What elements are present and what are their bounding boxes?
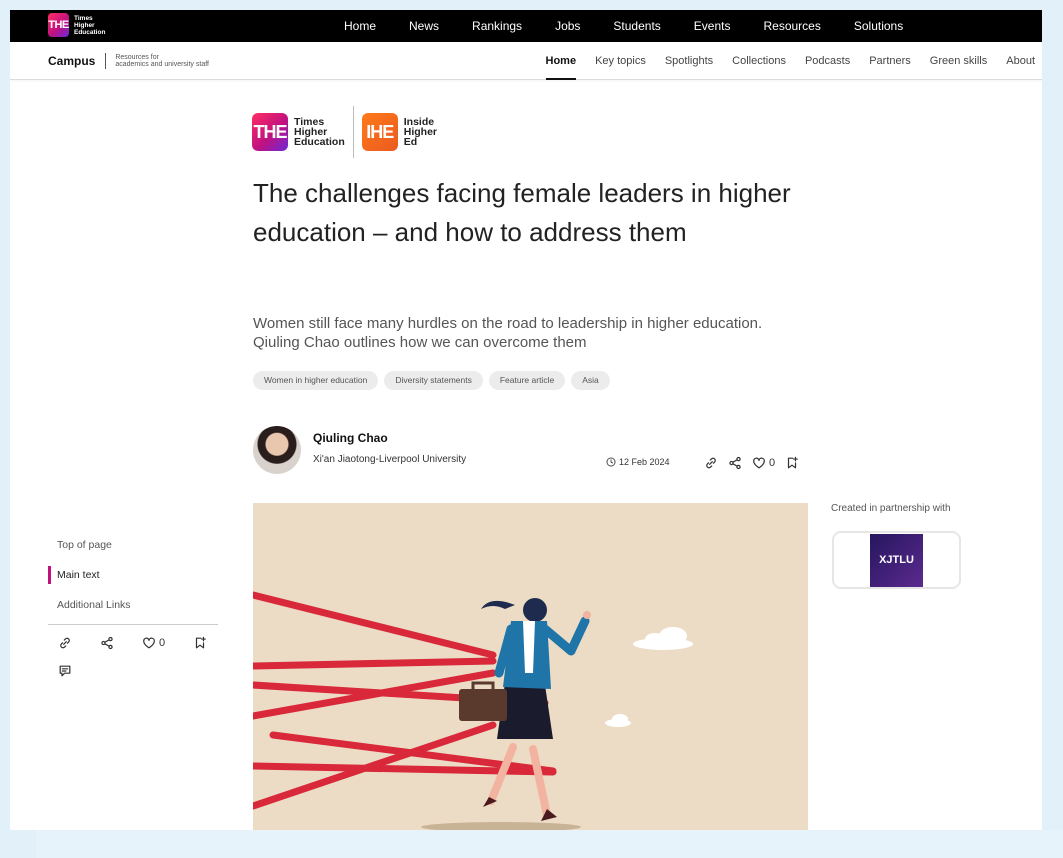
campus-title: Campus [48,54,96,68]
subnav-about[interactable]: About [1006,42,1035,80]
tag-chip[interactable]: Women in higher education [253,371,379,390]
campus-brand[interactable]: Campus Resources for academics and unive… [48,42,209,80]
share-button[interactable] [728,456,742,470]
the-logo-text: Times Higher Education [74,14,106,36]
the-brand-logo[interactable]: THE Times Higher Education [48,13,105,37]
topic-tags: Women in higher education Diversity stat… [253,371,610,390]
campus-subnav-bar: Campus Resources for academics and unive… [10,42,1042,80]
bookmark-icon [196,636,206,649]
subnav-collections[interactable]: Collections [732,42,786,80]
article-outline: Top of page Main text Additional Links [48,530,218,620]
rail-bookmark-button[interactable] [193,636,207,650]
logo-divider [352,106,354,158]
nav-link-news[interactable]: News [409,19,439,33]
rail-like-count: 0 [159,637,166,649]
page-background-band [36,830,1063,858]
like-count: 0 [769,457,776,469]
subnav-home[interactable]: Home [545,42,577,80]
campus-divider [105,53,107,69]
outline-additional-links[interactable]: Additional Links [48,590,218,620]
hero-illustration [253,503,808,830]
nav-link-home[interactable]: Home [344,19,376,33]
publish-date: 12 Feb 2024 [606,457,670,467]
author-name[interactable]: Qiuling Chao [313,431,388,445]
outline-main-text[interactable]: Main text [48,566,218,584]
bookmark-icon [788,456,798,469]
nav-link-resources[interactable]: Resources [763,19,820,33]
partnership-label: Created in partnership with [831,503,951,514]
tag-chip[interactable]: Feature article [488,371,566,390]
campus-tagline: Resources for academics and university s… [115,54,209,68]
article-actions: 0 [704,456,799,470]
subnav-key-topics[interactable]: Key topics [595,42,646,80]
subnav-spotlights[interactable]: Spotlights [665,42,713,80]
nav-link-jobs[interactable]: Jobs [555,19,580,33]
copy-link-button[interactable] [704,456,718,470]
xjtlu-logo: XJTLU [870,533,923,587]
author-avatar[interactable] [253,426,301,474]
nav-link-rankings[interactable]: Rankings [472,19,522,33]
heart-icon [143,637,155,649]
like-button[interactable]: 0 [752,456,775,470]
rail-copy-link-button[interactable] [58,636,72,650]
clock-icon [606,457,616,467]
subnav-podcasts[interactable]: Podcasts [805,42,850,80]
article-standfirst: Women still face many hurdles on the roa… [253,315,763,351]
the-publication-logo: THE Times Higher Education [252,113,345,151]
ihe-publication-logo: IHE Inside Higher Ed [361,113,437,151]
rail-actions: 0 [58,636,207,650]
article-title: The challenges facing female leaders in … [253,178,791,247]
link-icon [60,637,70,649]
subnav-partners[interactable]: Partners [869,42,911,80]
rail-like-button[interactable]: 0 [142,636,165,650]
bookmark-button[interactable] [785,456,799,470]
subnav-green-skills[interactable]: Green skills [930,42,987,80]
tag-chip[interactable]: Asia [571,371,610,390]
ihe-logo-badge: IHE [361,113,398,151]
partner-logo-card[interactable]: XJTLU [832,531,961,589]
nav-link-students[interactable]: Students [613,19,660,33]
rail-share-button[interactable] [100,636,114,650]
comment-icon [59,665,71,677]
share-icon [729,456,741,470]
the-logo-mark: THE [48,13,69,37]
outline-top-of-page[interactable]: Top of page [48,530,218,560]
nav-link-events[interactable]: Events [694,19,731,33]
article-hero-image [253,503,808,830]
link-icon [706,457,716,469]
tag-chip[interactable]: Diversity statements [384,371,483,390]
campus-nav: Home Key topics Spotlights Collections P… [527,42,1035,80]
browser-viewport: THE Times Higher Education Home News Ran… [10,10,1042,830]
top-navigation-bar: THE Times Higher Education Home News Ran… [10,10,1042,42]
rail-divider [48,624,218,625]
nav-link-solutions[interactable]: Solutions [854,19,903,33]
comment-button[interactable] [58,664,72,683]
author-institution: Xi'an Jiaotong-Liverpool University [313,454,467,465]
share-icon [101,636,113,650]
publication-logos: THE Times Higher Education IHE Inside Hi… [252,106,437,158]
primary-nav: Home News Rankings Jobs Students Events … [344,10,936,42]
heart-icon [753,457,765,469]
the-logo-badge: THE [252,113,288,151]
